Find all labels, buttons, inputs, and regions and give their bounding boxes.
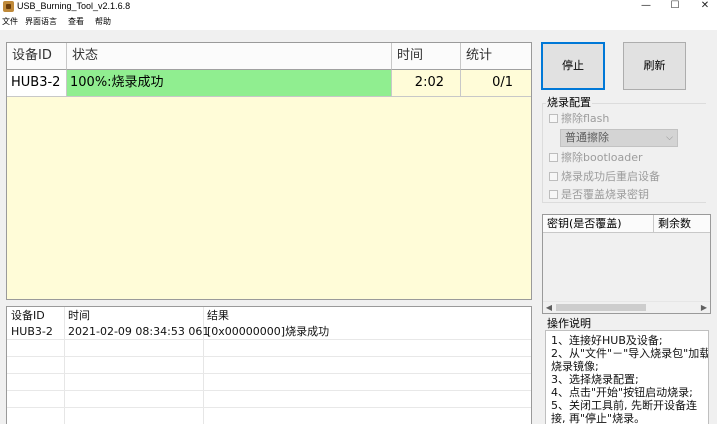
help-line: 5、关闭工具前, 先断开设备连	[551, 399, 697, 412]
header-remaining[interactable]: 剩余数	[654, 215, 710, 233]
log-time: 2021-02-09 08:34:53 061	[68, 325, 210, 338]
row-device-id[interactable]: HUB3-2	[7, 70, 67, 97]
row-time[interactable]: 2:02	[392, 70, 461, 97]
erase-bootloader-checkbox[interactable]: 擦除bootloader	[549, 151, 643, 165]
checkbox-icon	[549, 190, 558, 199]
device-status-table: 设备ID 状态 时间 统计 HUB3-2 100%:烧录成功 2:02 0/1	[6, 42, 532, 300]
header-status[interactable]: 状态	[67, 43, 392, 70]
chevron-down-icon: ⌵	[666, 133, 673, 143]
minimize-button[interactable]: —	[631, 0, 661, 13]
menu-view[interactable]: 查看	[68, 16, 84, 27]
key-table: 密钥(是否覆盖) 剩余数 ◀ ▶	[542, 214, 711, 314]
scroll-left-icon[interactable]: ◀	[543, 302, 555, 313]
row-status[interactable]: 100%:烧录成功	[67, 70, 392, 97]
erase-mode-value: 普通擦除	[565, 131, 609, 144]
overwrite-key-label: 是否覆盖烧录密钥	[561, 188, 649, 201]
checkbox-icon	[549, 172, 558, 181]
erase-bootloader-label: 擦除bootloader	[561, 151, 643, 164]
horizontal-scrollbar[interactable]: ◀ ▶	[543, 301, 710, 313]
header-time[interactable]: 时间	[392, 43, 461, 70]
overwrite-key-checkbox[interactable]: 是否覆盖烧录密钥	[549, 188, 649, 202]
table-row	[7, 375, 531, 391]
header-key[interactable]: 密钥(是否覆盖)	[543, 215, 654, 233]
log-header-device-id[interactable]: 设备ID	[7, 307, 64, 323]
stop-button[interactable]: 停止	[541, 42, 605, 90]
burn-config-title: 烧录配置	[546, 96, 592, 109]
log-table: 设备ID 时间 结果 HUB3-2 2021-02-09 08:34:53 06…	[6, 306, 532, 424]
erase-flash-label: 擦除flash	[561, 112, 610, 125]
table-row[interactable]: HUB3-2 2021-02-09 08:34:53 061 [0x000000…	[7, 324, 531, 340]
log-device-id: HUB3-2	[11, 325, 53, 338]
close-button[interactable]: ✕	[690, 0, 717, 13]
table-row	[7, 341, 531, 357]
erase-mode-select[interactable]: 普通擦除 ⌵	[560, 129, 678, 147]
help-line: 接, 再"停止"烧录。	[551, 412, 646, 424]
menu-file[interactable]: 文件	[2, 16, 18, 27]
maximize-button[interactable]: ☐	[660, 0, 690, 13]
menu-help[interactable]: 帮助	[95, 16, 111, 27]
reboot-after-success-checkbox[interactable]: 烧录成功后重启设备	[549, 170, 660, 184]
menu-language[interactable]: 界面语言	[25, 16, 57, 27]
help-title: 操作说明	[547, 317, 591, 330]
checkbox-icon	[549, 153, 558, 162]
scroll-thumb[interactable]	[556, 304, 646, 311]
help-line: 2、从"文件"－"导入烧录包"加载	[551, 347, 709, 360]
log-header-time[interactable]: 时间	[64, 307, 203, 323]
reboot-after-success-label: 烧录成功后重启设备	[561, 170, 660, 183]
window-title: USB_Burning_Tool_v2.1.6.8	[17, 1, 131, 11]
table-row	[7, 392, 531, 408]
scroll-right-icon[interactable]: ▶	[698, 302, 710, 313]
help-line: 4、点击"开始"按钮启动烧录;	[551, 386, 693, 399]
header-stats[interactable]: 统计	[461, 43, 531, 70]
erase-flash-checkbox[interactable]: 擦除flash	[549, 112, 609, 126]
checkbox-icon	[549, 114, 558, 123]
table-row	[7, 358, 531, 374]
header-device-id[interactable]: 设备ID	[7, 43, 67, 70]
title-bar: USB_Burning_Tool_v2.1.6.8 — ☐ ✕	[0, 0, 717, 14]
log-header-result[interactable]: 结果	[203, 307, 523, 323]
refresh-button[interactable]: 刷新	[623, 42, 686, 90]
help-line: 烧录镜像;	[551, 360, 599, 373]
help-line: 3、选择烧录配置;	[551, 373, 639, 386]
table-row	[7, 409, 531, 424]
row-stats[interactable]: 0/1	[461, 70, 531, 97]
menu-bar: 文件 界面语言 查看 帮助	[0, 14, 717, 30]
log-result: [0x00000000]烧录成功	[207, 325, 330, 338]
app-icon	[3, 1, 14, 12]
help-line: 1、连接好HUB及设备;	[551, 334, 663, 347]
help-text: 1、连接好HUB及设备; 2、从"文件"－"导入烧录包"加载 烧录镜像; 3、选…	[545, 330, 709, 424]
